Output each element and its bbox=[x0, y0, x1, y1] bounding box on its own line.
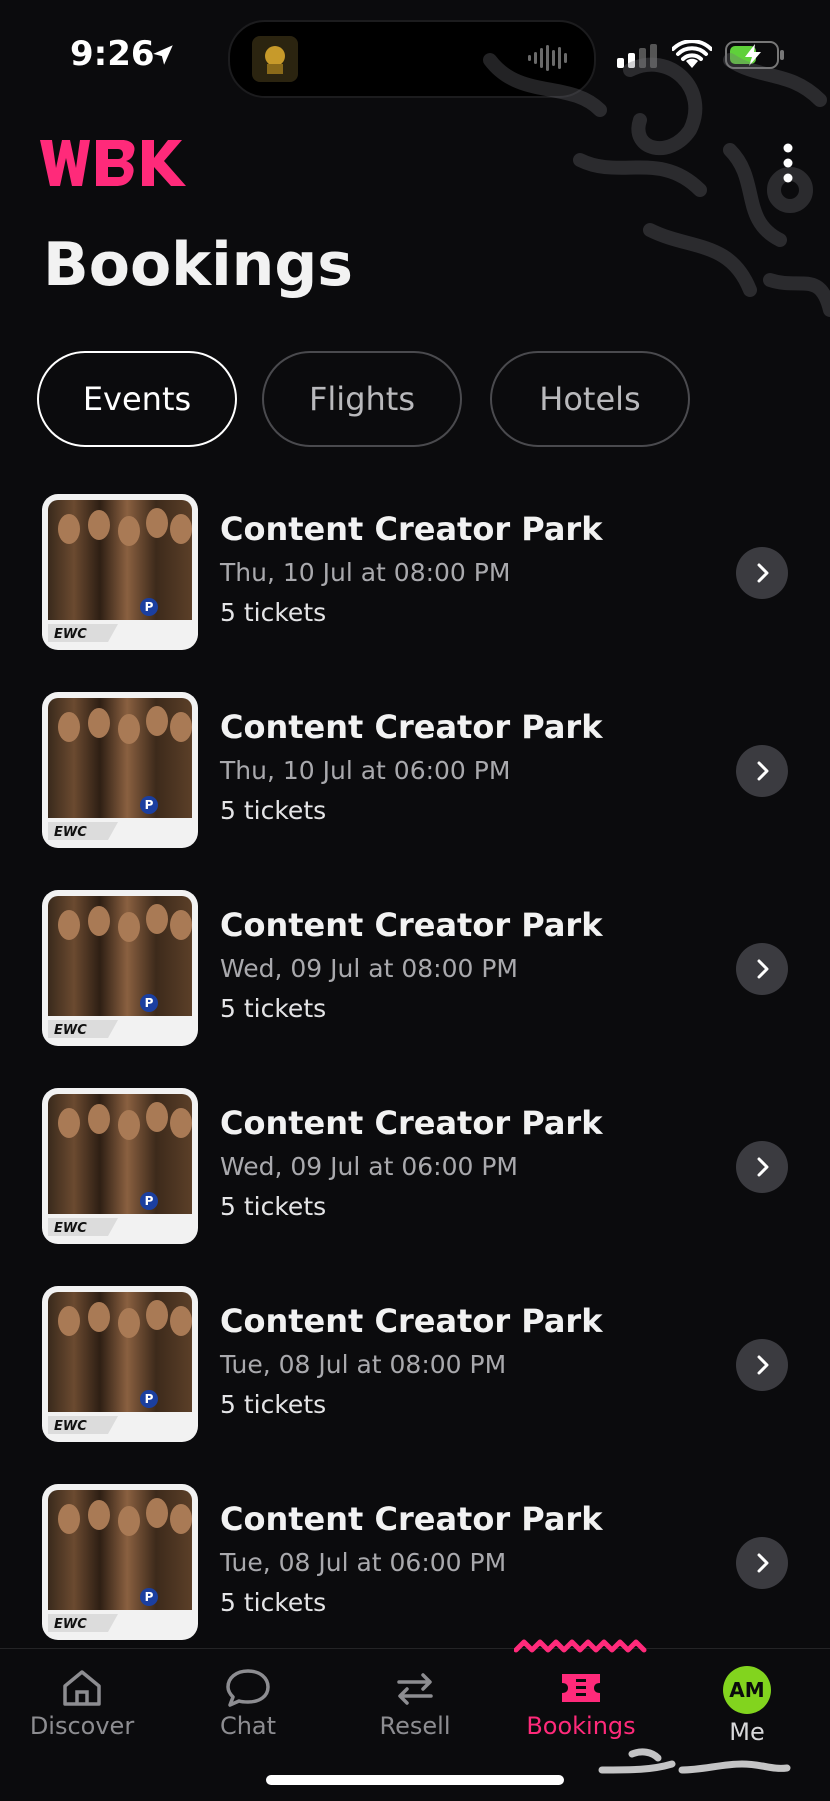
event-poster-image: P EWC bbox=[42, 494, 198, 650]
chat-bubble-icon bbox=[226, 1669, 270, 1707]
booking-row[interactable]: P EWC Content Creator Park Thu, 10 Jul a… bbox=[0, 690, 830, 850]
chevron-right-icon[interactable] bbox=[736, 1537, 788, 1589]
ticket-icon bbox=[562, 1674, 600, 1702]
tab-hotels[interactable]: Hotels bbox=[490, 351, 690, 447]
partner-logo-icon: P bbox=[140, 1192, 158, 1210]
event-date: Wed, 09 Jul at 06:00 PM bbox=[220, 1152, 518, 1181]
partner-logo-icon: P bbox=[140, 994, 158, 1012]
event-date: Wed, 09 Jul at 08:00 PM bbox=[220, 954, 518, 983]
active-tab-indicator bbox=[514, 1639, 647, 1653]
now-playing-artwork-icon bbox=[252, 36, 298, 82]
ticket-count: 5 tickets bbox=[220, 994, 327, 1023]
event-title: Content Creator Park bbox=[220, 510, 603, 548]
category-tabs: Events Flights Hotels bbox=[37, 351, 737, 447]
nav-chat[interactable]: Chat bbox=[178, 1660, 318, 1740]
nav-me[interactable]: AM Me bbox=[677, 1660, 817, 1746]
chevron-right-icon[interactable] bbox=[736, 1339, 788, 1391]
page-title: Bookings bbox=[43, 230, 354, 300]
partner-logo-icon: P bbox=[140, 1390, 158, 1408]
location-arrow-icon bbox=[153, 45, 173, 65]
event-title: Content Creator Park bbox=[220, 1302, 603, 1340]
more-options-button[interactable] bbox=[770, 140, 806, 192]
booking-row[interactable]: P EWC Content Creator Park Wed, 09 Jul a… bbox=[0, 888, 830, 1048]
event-poster-image: P EWC bbox=[42, 890, 198, 1046]
swap-arrows-icon bbox=[397, 1673, 433, 1705]
svg-text:EWC: EWC bbox=[54, 825, 87, 840]
home-icon bbox=[63, 1670, 101, 1706]
svg-text:EWC: EWC bbox=[54, 1023, 87, 1038]
nav-discover[interactable]: Discover bbox=[12, 1660, 152, 1740]
event-title: Content Creator Park bbox=[220, 906, 603, 944]
chevron-right-icon[interactable] bbox=[736, 1141, 788, 1193]
ewc-logo-icon: EWC bbox=[48, 1214, 192, 1238]
ticket-count: 5 tickets bbox=[220, 1390, 327, 1419]
chevron-right-icon[interactable] bbox=[736, 745, 788, 797]
ewc-logo-icon: EWC bbox=[48, 1412, 192, 1436]
partner-logo-icon: P bbox=[140, 796, 158, 814]
event-title: Content Creator Park bbox=[220, 708, 603, 746]
nav-label: Discover bbox=[29, 1712, 135, 1740]
partner-logo-icon: P bbox=[140, 1588, 158, 1606]
watermark-logo-icon bbox=[598, 1748, 791, 1774]
nav-label: Bookings bbox=[526, 1712, 636, 1740]
event-poster-image: P EWC bbox=[42, 692, 198, 848]
svg-text:EWC: EWC bbox=[54, 1617, 87, 1632]
svg-text:EWC: EWC bbox=[54, 627, 87, 642]
svg-text:EWC: EWC bbox=[54, 1221, 87, 1236]
booking-row[interactable]: P EWC Content Creator Park Tue, 08 Jul a… bbox=[0, 1482, 830, 1642]
ewc-logo-icon: EWC bbox=[48, 620, 192, 644]
ewc-logo-icon: EWC bbox=[48, 1610, 192, 1634]
nav-label: Resell bbox=[379, 1712, 451, 1740]
event-date: Thu, 10 Jul at 06:00 PM bbox=[220, 756, 511, 785]
event-date: Tue, 08 Jul at 06:00 PM bbox=[220, 1548, 507, 1577]
home-indicator[interactable] bbox=[266, 1775, 564, 1785]
chevron-right-icon[interactable] bbox=[736, 943, 788, 995]
nav-resell[interactable]: Resell bbox=[345, 1660, 485, 1740]
ewc-logo-icon: EWC bbox=[48, 818, 192, 842]
nav-label: Chat bbox=[219, 1712, 277, 1740]
ticket-count: 5 tickets bbox=[220, 1192, 327, 1221]
ticket-count: 5 tickets bbox=[220, 796, 327, 825]
nav-bookings[interactable]: Bookings bbox=[511, 1660, 651, 1740]
booking-row[interactable]: P EWC Content Creator Park Wed, 09 Jul a… bbox=[0, 1086, 830, 1246]
booking-row[interactable]: P EWC Content Creator Park Tue, 08 Jul a… bbox=[0, 1284, 830, 1444]
event-poster-image: P EWC bbox=[42, 1088, 198, 1244]
avatar: AM bbox=[723, 1666, 771, 1714]
status-time: 9:26 bbox=[70, 34, 155, 74]
app-logo bbox=[40, 140, 186, 186]
tab-events[interactable]: Events bbox=[37, 351, 237, 447]
event-poster-image: P EWC bbox=[42, 1286, 198, 1442]
ticket-count: 5 tickets bbox=[220, 1588, 327, 1617]
event-date: Thu, 10 Jul at 08:00 PM bbox=[220, 558, 511, 587]
ticket-count: 5 tickets bbox=[220, 598, 327, 627]
chevron-right-icon[interactable] bbox=[736, 547, 788, 599]
partner-logo-icon: P bbox=[140, 598, 158, 616]
event-title: Content Creator Park bbox=[220, 1104, 603, 1142]
tab-flights[interactable]: Flights bbox=[262, 351, 462, 447]
ewc-logo-icon: EWC bbox=[48, 1016, 192, 1040]
booking-row[interactable]: P EWC Content Creator Park Thu, 10 Jul a… bbox=[0, 492, 830, 652]
svg-text:EWC: EWC bbox=[54, 1419, 87, 1434]
event-title: Content Creator Park bbox=[220, 1500, 603, 1538]
event-date: Tue, 08 Jul at 08:00 PM bbox=[220, 1350, 507, 1379]
event-poster-image: P EWC bbox=[42, 1484, 198, 1640]
